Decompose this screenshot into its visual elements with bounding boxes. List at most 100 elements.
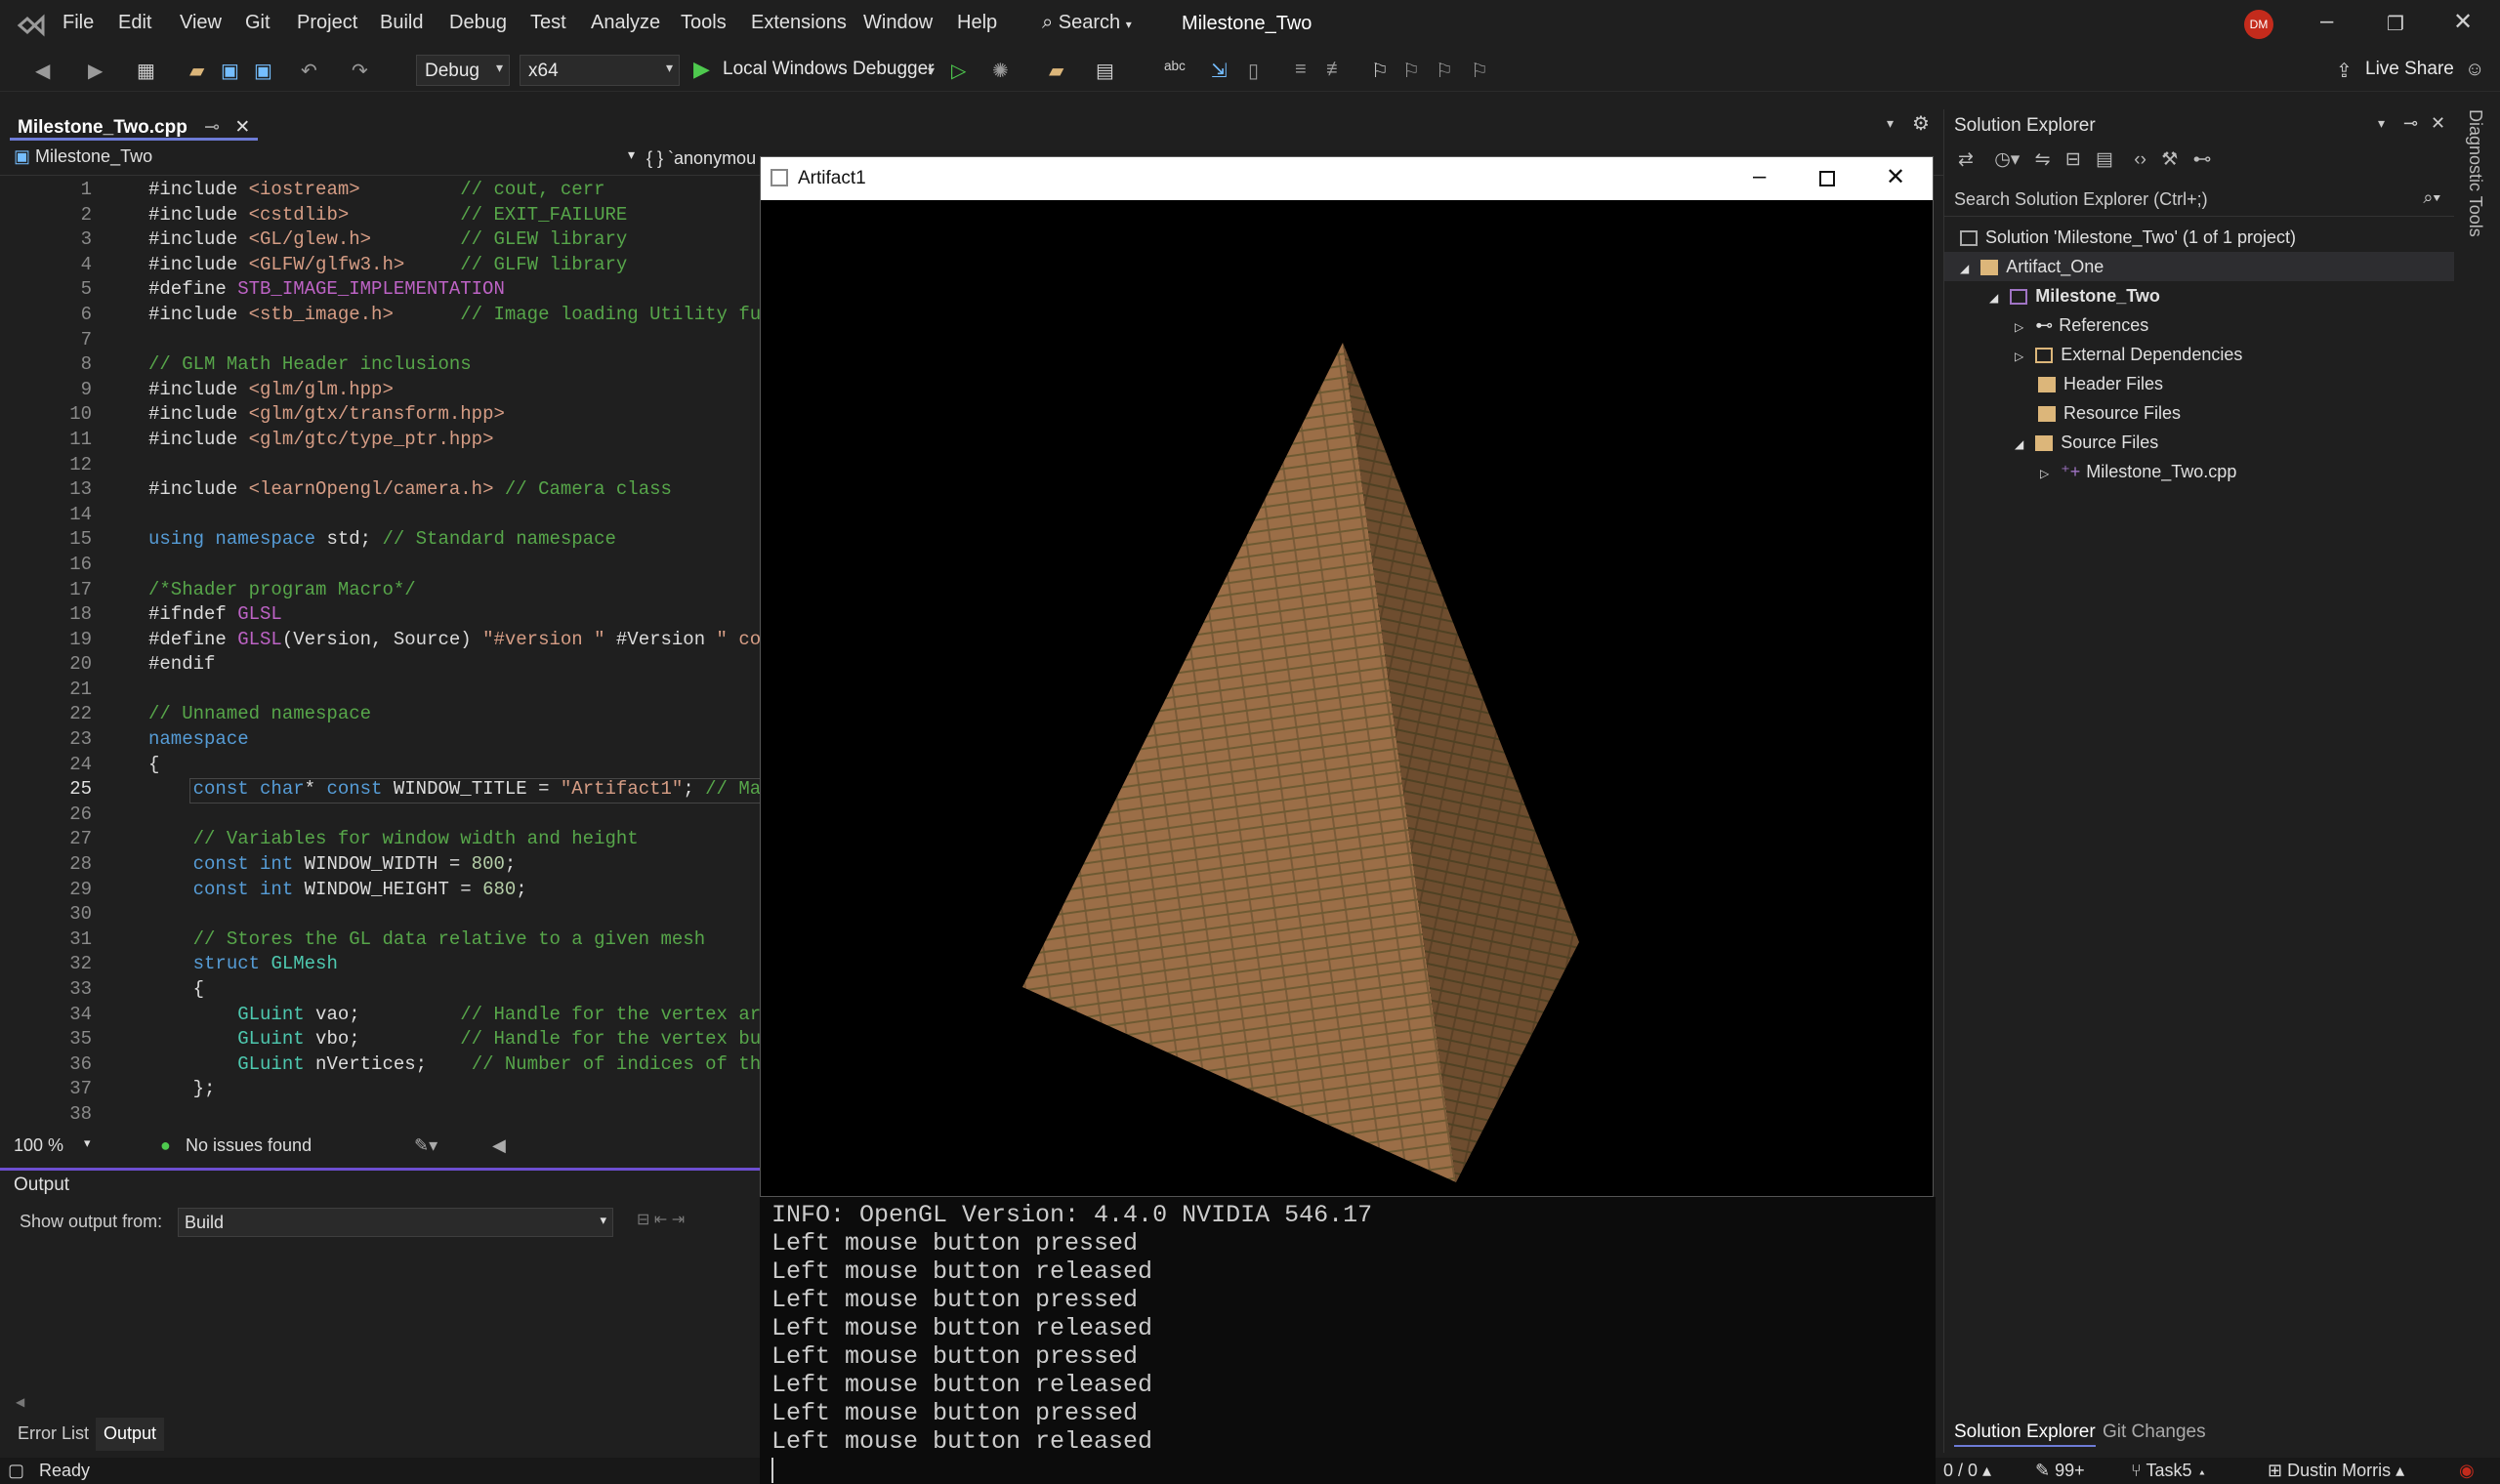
chevron-down-icon[interactable]: ▾: [2378, 115, 2385, 132]
tree-project-milestone-two[interactable]: ◢ Milestone_Two: [1989, 281, 2160, 310]
menu-project[interactable]: Project: [297, 12, 357, 34]
tree-folder-artifact-one[interactable]: ◢ Artifact_One: [1944, 252, 2454, 281]
menu-git[interactable]: Git: [245, 12, 271, 34]
branch-selector[interactable]: ⑂ Task5 ▴: [2131, 1461, 2207, 1481]
chevron-down-icon[interactable]: ▾: [84, 1135, 91, 1151]
menu-debug[interactable]: Debug: [449, 12, 507, 34]
opengl-render-canvas[interactable]: [761, 200, 1933, 1196]
spellcheck-icon[interactable]: ᵃᵇᶜ: [1164, 59, 1186, 81]
console-window[interactable]: INFO: OpenGL Version: 4.4.0 NVIDIA 546.1…: [760, 1197, 1936, 1484]
cleanup-icon[interactable]: ✎▾: [414, 1135, 438, 1156]
open-folder-icon[interactable]: ▰: [189, 59, 204, 83]
clear-output-icon[interactable]: ⊟ ⇤ ⇥: [637, 1210, 685, 1229]
layout-icon[interactable]: ▤: [1096, 59, 1114, 83]
tree-header-files[interactable]: Header Files: [2038, 369, 2163, 398]
save-icon[interactable]: ▣: [221, 59, 239, 83]
close-icon[interactable]: ✕: [2431, 113, 2445, 134]
undo-icon[interactable]: ↶: [301, 59, 317, 83]
menu-extensions[interactable]: Extensions: [751, 12, 847, 34]
output-source-select[interactable]: Build ▾: [178, 1208, 613, 1237]
scroll-left-icon[interactable]: ◀: [492, 1135, 506, 1156]
show-all-files-icon[interactable]: ▤: [2096, 149, 2113, 170]
close-icon[interactable]: ✕: [2453, 8, 2473, 36]
tab-solution-explorer[interactable]: Solution Explorer: [1954, 1422, 2096, 1447]
configuration-select[interactable]: Debug ▾: [416, 55, 510, 86]
start-debug-icon[interactable]: ▶: [693, 57, 710, 82]
menu-build[interactable]: Build: [380, 12, 423, 34]
tab-error-list[interactable]: Error List: [18, 1423, 89, 1444]
tab-output[interactable]: Output: [96, 1418, 165, 1451]
solution-search-input[interactable]: Search Solution Explorer (Ctrl+;) ⌕▾: [1944, 184, 2454, 217]
error-count[interactable]: 0 / 0 ▴: [1943, 1461, 1991, 1481]
repository-selector[interactable]: ⊞ Dustin Morris ▴: [2268, 1461, 2404, 1481]
menu-test[interactable]: Test: [530, 12, 566, 34]
redo-icon[interactable]: ↷: [352, 59, 368, 83]
zoom-level[interactable]: 100 %: [14, 1135, 63, 1156]
format-icon[interactable]: ▯: [1248, 59, 1259, 83]
start-without-debug-icon[interactable]: ▷: [951, 59, 966, 83]
platform-select[interactable]: x64 ▾: [520, 55, 680, 86]
minimize-icon[interactable]: –: [1753, 163, 1766, 190]
code-editor[interactable]: 1 2 3 4 5 6 7 8 9 10 11 12 13 14 15 16 1…: [0, 178, 762, 1133]
tree-solution[interactable]: Solution 'Milestone_Two' (1 of 1 project…: [1960, 223, 2296, 252]
new-project-icon[interactable]: ▦: [137, 59, 155, 83]
clear-bookmarks-icon[interactable]: ⚐: [1471, 59, 1488, 83]
settings-gear-icon[interactable]: ⚙: [1912, 111, 1930, 136]
tree-external-dependencies[interactable]: ▷ External Dependencies: [2015, 340, 2242, 369]
code-lines[interactable]: #include <iostream> // cout, cerr #includ…: [148, 178, 761, 1128]
debugger-button[interactable]: Local Windows Debugger: [723, 59, 935, 80]
properties-icon[interactable]: ⚒: [2161, 149, 2178, 170]
notification-icon[interactable]: ◉: [2459, 1461, 2475, 1481]
search-button[interactable]: ⌕ Search ▾: [1042, 12, 1132, 34]
back-icon[interactable]: ◀: [35, 59, 50, 83]
save-all-icon[interactable]: ▣: [254, 59, 272, 83]
preview-icon[interactable]: ⊷: [2193, 149, 2212, 170]
collapse-all-icon[interactable]: ⊟: [2065, 149, 2081, 170]
opengl-window[interactable]: Artifact1 – ✕: [760, 156, 1934, 1197]
menu-view[interactable]: View: [180, 12, 222, 34]
close-icon[interactable]: ✕: [1886, 163, 1905, 191]
avatar[interactable]: DM: [2244, 10, 2273, 39]
tab-milestone-two-cpp[interactable]: Milestone_Two.cpp ⊸ ✕: [10, 112, 259, 141]
scroll-left-icon[interactable]: ◀: [16, 1395, 24, 1409]
pin-icon[interactable]: ⊸: [2403, 113, 2418, 134]
history-icon[interactable]: ◷▾: [1994, 149, 2020, 170]
tree-source-files[interactable]: ◢ Source Files: [2015, 428, 2158, 457]
sync-icon[interactable]: ⇄: [1958, 149, 1974, 170]
prev-bookmark-icon[interactable]: ⚐: [1402, 59, 1420, 83]
comment-icon[interactable]: ≡: [1295, 59, 1307, 81]
tab-git-changes[interactable]: Git Changes: [2103, 1422, 2206, 1443]
tree-resource-files[interactable]: Resource Files: [2038, 398, 2181, 428]
close-tab-icon[interactable]: ✕: [234, 117, 250, 138]
uncomment-icon[interactable]: ≢: [1326, 59, 1346, 81]
folder-icon[interactable]: ▰: [1049, 59, 1063, 83]
menu-tools[interactable]: Tools: [681, 12, 727, 34]
maximize-icon[interactable]: [1819, 171, 1835, 186]
restore-icon[interactable]: ❐: [2387, 12, 2404, 36]
live-share-button[interactable]: Live Share: [2365, 59, 2454, 80]
project-nav-select[interactable]: ▣ Milestone_Two ▾: [14, 146, 635, 172]
opengl-window-titlebar[interactable]: Artifact1 – ✕: [761, 157, 1933, 200]
next-bookmark-icon[interactable]: ⚐: [1436, 59, 1453, 83]
pending-changes-icon[interactable]: ⇋: [2035, 149, 2051, 170]
menu-window[interactable]: Window: [863, 12, 933, 34]
pending-changes[interactable]: ✎ 99+: [2035, 1461, 2085, 1481]
forward-icon[interactable]: ▶: [88, 59, 103, 83]
pin-icon[interactable]: ⊸: [204, 117, 220, 138]
view-code-icon[interactable]: ‹›: [2134, 149, 2146, 170]
feedback-icon[interactable]: ☺: [2465, 59, 2484, 81]
menu-help[interactable]: Help: [957, 12, 997, 34]
step-icon[interactable]: ⇲: [1211, 59, 1228, 83]
menu-file[interactable]: File: [62, 12, 94, 34]
tree-references[interactable]: ▷ ⊷ References: [2015, 310, 2148, 340]
tab-overflow-icon[interactable]: ▾: [1887, 115, 1894, 132]
minimize-icon[interactable]: –: [2320, 8, 2333, 35]
issues-status[interactable]: No issues found: [186, 1135, 312, 1156]
menu-edit[interactable]: Edit: [118, 12, 151, 34]
menu-analyze[interactable]: Analyze: [591, 12, 660, 34]
diagnostic-tools-side-tab[interactable]: Diagnostic Tools: [2461, 109, 2500, 402]
scope-nav-select[interactable]: { } `anonymou: [646, 148, 756, 169]
tree-file-milestone-two-cpp[interactable]: ▷ ⁺+ Milestone_Two.cpp: [2040, 457, 2236, 486]
chevron-down-icon[interactable]: ▾: [928, 62, 935, 79]
bookmark-icon[interactable]: ⚐: [1371, 59, 1389, 83]
